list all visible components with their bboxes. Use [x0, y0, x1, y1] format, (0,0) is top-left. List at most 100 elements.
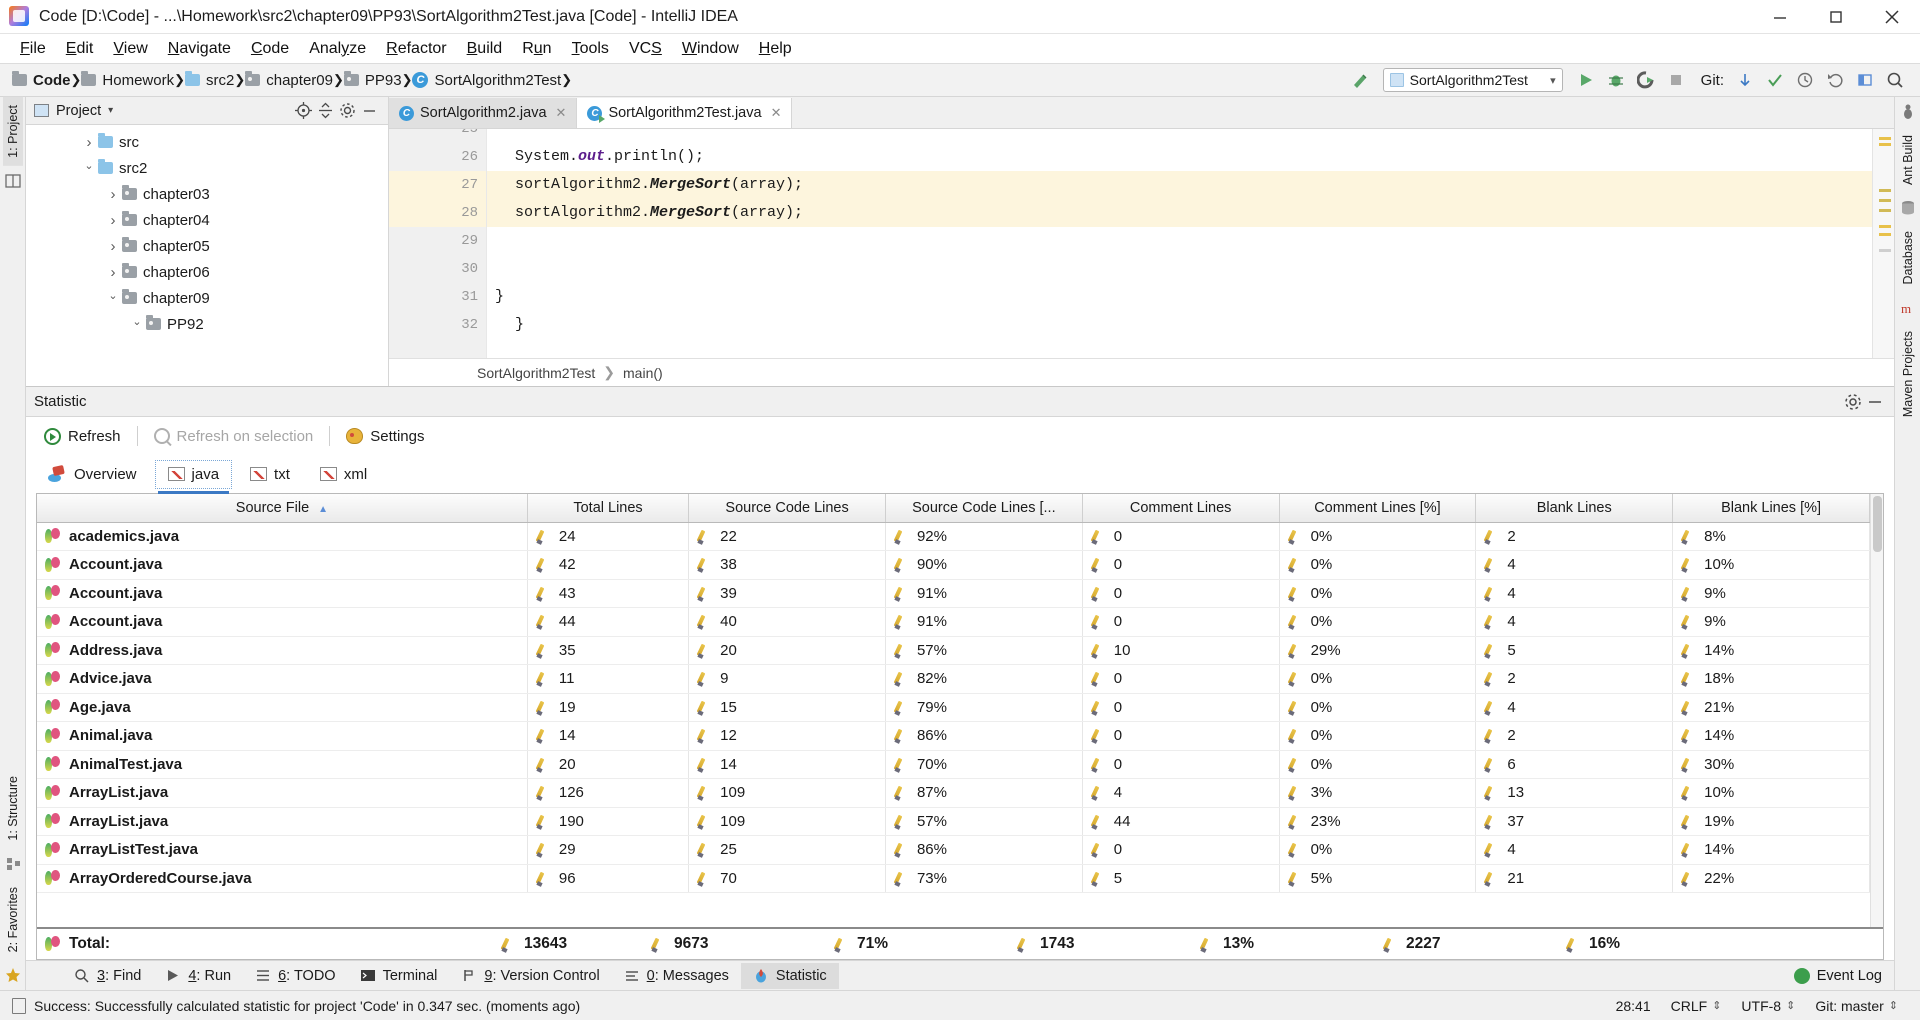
table-row[interactable]: AnimalTest.java 20 14 70% 0 0% 6 30%: [37, 750, 1870, 779]
bottom-tab-version-control[interactable]: 9: Version Control: [449, 963, 611, 989]
search-everywhere-icon[interactable]: [1850, 67, 1880, 93]
column-header-source-file[interactable]: Source File ▲: [37, 494, 528, 523]
table-row[interactable]: Account.java 43 39 91% 0 0% 4 9%: [37, 579, 1870, 608]
chevron-down-icon[interactable]: [128, 318, 146, 331]
tree-item-src2[interactable]: src2: [26, 155, 388, 181]
tab-sortalgorithm2-java[interactable]: C SortAlgorithm2.java ✕: [389, 98, 578, 128]
caret-position[interactable]: 28:41: [1606, 998, 1661, 1014]
table-row[interactable]: ArrayOrderedCourse.java 96 70 73% 5 5% 21 22%: [37, 864, 1870, 893]
tab-sortalgorithm2test-java[interactable]: C SortAlgorithm2Test.java ✕: [577, 98, 793, 128]
breadcrumb-homework[interactable]: Homework: [81, 71, 174, 89]
sidebar-item-structure[interactable]: 1: Structure: [3, 768, 23, 849]
editor-gutter[interactable]: 25 26 27 28 29 30 31 32: [389, 129, 487, 358]
column-header-source-code-lines-pct[interactable]: Source Code Lines [...: [885, 494, 1083, 523]
breadcrumb-class[interactable]: SortAlgorithm2Test: [477, 365, 595, 381]
update-project-icon[interactable]: [1730, 67, 1760, 93]
locate-icon[interactable]: [292, 100, 314, 122]
tree-item-src[interactable]: src: [26, 129, 388, 155]
settings-button[interactable]: Settings: [338, 425, 432, 448]
favorites-star-icon[interactable]: [4, 966, 22, 984]
run-configuration-selector[interactable]: SortAlgorithm2Test ▾: [1382, 68, 1563, 92]
breadcrumb-pp93[interactable]: PP93: [343, 71, 402, 89]
database-icon[interactable]: [1899, 199, 1917, 217]
tab-java[interactable]: java: [154, 459, 233, 494]
chevron-right-icon[interactable]: [104, 264, 122, 281]
hide-pane-icon[interactable]: [358, 100, 380, 122]
menu-build[interactable]: Build: [457, 37, 513, 61]
column-header-source-code-lines[interactable]: Source Code Lines: [688, 494, 886, 523]
git-branch-widget[interactable]: Git: master ⇕: [1805, 998, 1908, 1014]
scrollbar-thumb[interactable]: [1873, 496, 1882, 552]
pane-settings-icon[interactable]: [336, 100, 358, 122]
table-row[interactable]: Account.java 44 40 91% 0 0% 4 9%: [37, 607, 1870, 637]
chevron-down-icon[interactable]: ▾: [108, 105, 113, 116]
menu-navigate[interactable]: Navigate: [158, 37, 241, 61]
tree-item-pp92[interactable]: PP92: [26, 311, 388, 337]
table-row[interactable]: Advice.java 11 9 82% 0 0% 2 18%: [37, 664, 1870, 694]
table-row[interactable]: academics.java 24 22 92% 0 0% 2 8%: [37, 522, 1870, 551]
tab-txt[interactable]: txt: [238, 461, 302, 488]
menu-edit[interactable]: Edit: [56, 37, 104, 61]
run-icon[interactable]: [1571, 67, 1601, 93]
chevron-right-icon[interactable]: [104, 186, 122, 203]
project-tree[interactable]: src src2 chapter03: [26, 125, 388, 386]
chevron-right-icon[interactable]: [80, 134, 98, 151]
chevron-right-icon[interactable]: [104, 238, 122, 255]
menu-run[interactable]: Run: [512, 37, 561, 61]
bottom-tab-statistic[interactable]: Statistic: [740, 962, 839, 989]
menu-view[interactable]: View: [103, 37, 157, 61]
sidebar-item-maven-projects[interactable]: Maven Projects: [1898, 323, 1918, 425]
table-vertical-scrollbar[interactable]: [1870, 494, 1883, 927]
tab-overview[interactable]: Overview: [36, 461, 149, 488]
close-button[interactable]: [1864, 0, 1920, 34]
run-coverage-icon[interactable]: [1631, 67, 1661, 93]
build-icon[interactable]: [1345, 67, 1375, 93]
line-separator[interactable]: CRLF ⇕: [1661, 998, 1732, 1014]
bottom-tab-terminal[interactable]: Terminal: [348, 963, 450, 989]
table-row[interactable]: ArrayList.java 126 109 87% 4 3% 13 10%: [37, 778, 1870, 808]
column-header-comment-lines-pct[interactable]: Comment Lines [%]: [1279, 494, 1477, 523]
breadcrumb-sortalgorithm2test[interactable]: C SortAlgorithm2Test: [412, 72, 561, 89]
ant-build-icon[interactable]: [1899, 103, 1917, 121]
column-header-blank-lines-pct[interactable]: Blank Lines [%]: [1672, 494, 1870, 523]
minimize-button[interactable]: [1752, 0, 1808, 34]
tree-item-chapter06[interactable]: chapter06: [26, 259, 388, 285]
table-row[interactable]: Age.java 19 15 79% 0 0% 4 21%: [37, 693, 1870, 722]
structure-icon[interactable]: [4, 855, 22, 873]
chevron-down-icon[interactable]: [104, 292, 122, 305]
menu-file[interactable]: File: [10, 37, 56, 61]
table-row[interactable]: Animal.java 14 12 86% 0 0% 2 14%: [37, 721, 1870, 751]
menu-help[interactable]: Help: [749, 37, 802, 61]
statistic-table-scroll[interactable]: Source File ▲ Total Lines Source Code Li…: [37, 494, 1870, 927]
tree-item-chapter03[interactable]: chapter03: [26, 181, 388, 207]
rollback-icon[interactable]: [1820, 67, 1850, 93]
table-row[interactable]: Address.java 35 20 57% 10 29% 5 14%: [37, 636, 1870, 665]
bottom-tab-messages[interactable]: 0: Messages: [612, 963, 741, 989]
stop-icon[interactable]: [1661, 67, 1691, 93]
maven-icon[interactable]: m: [1899, 299, 1917, 317]
debug-icon[interactable]: [1601, 67, 1631, 93]
menu-code[interactable]: Code: [241, 37, 299, 61]
tree-item-chapter05[interactable]: chapter05: [26, 233, 388, 259]
column-header-comment-lines[interactable]: Comment Lines: [1082, 494, 1280, 523]
tree-item-chapter09[interactable]: chapter09: [26, 285, 388, 311]
event-log-label[interactable]: Event Log: [1817, 968, 1882, 984]
menu-refactor[interactable]: Refactor: [376, 37, 456, 61]
bottom-tab-run[interactable]: 4: Run: [153, 963, 243, 989]
breadcrumb-method[interactable]: main(): [623, 365, 663, 381]
history-icon[interactable]: [1790, 67, 1820, 93]
chevron-right-icon[interactable]: [104, 212, 122, 229]
maximize-button[interactable]: [1808, 0, 1864, 34]
menu-window[interactable]: Window: [672, 37, 749, 61]
bottom-tab-todo[interactable]: 6: TODO: [243, 963, 348, 989]
sidebar-item-project[interactable]: 1: Project: [2, 97, 23, 166]
settings-icon[interactable]: [1880, 67, 1910, 93]
breadcrumb-src2[interactable]: src2: [185, 71, 234, 89]
refresh-button[interactable]: Refresh: [36, 425, 129, 448]
menu-analyze[interactable]: Analyze: [299, 37, 376, 61]
chevron-down-icon[interactable]: [80, 162, 98, 175]
commander-icon[interactable]: [4, 172, 22, 190]
tree-item-chapter04[interactable]: chapter04: [26, 207, 388, 233]
statistic-hide-icon[interactable]: [1864, 391, 1886, 413]
code-editor[interactable]: 25 26 27 28 29 30 31 32 System.out.print…: [389, 129, 1894, 358]
